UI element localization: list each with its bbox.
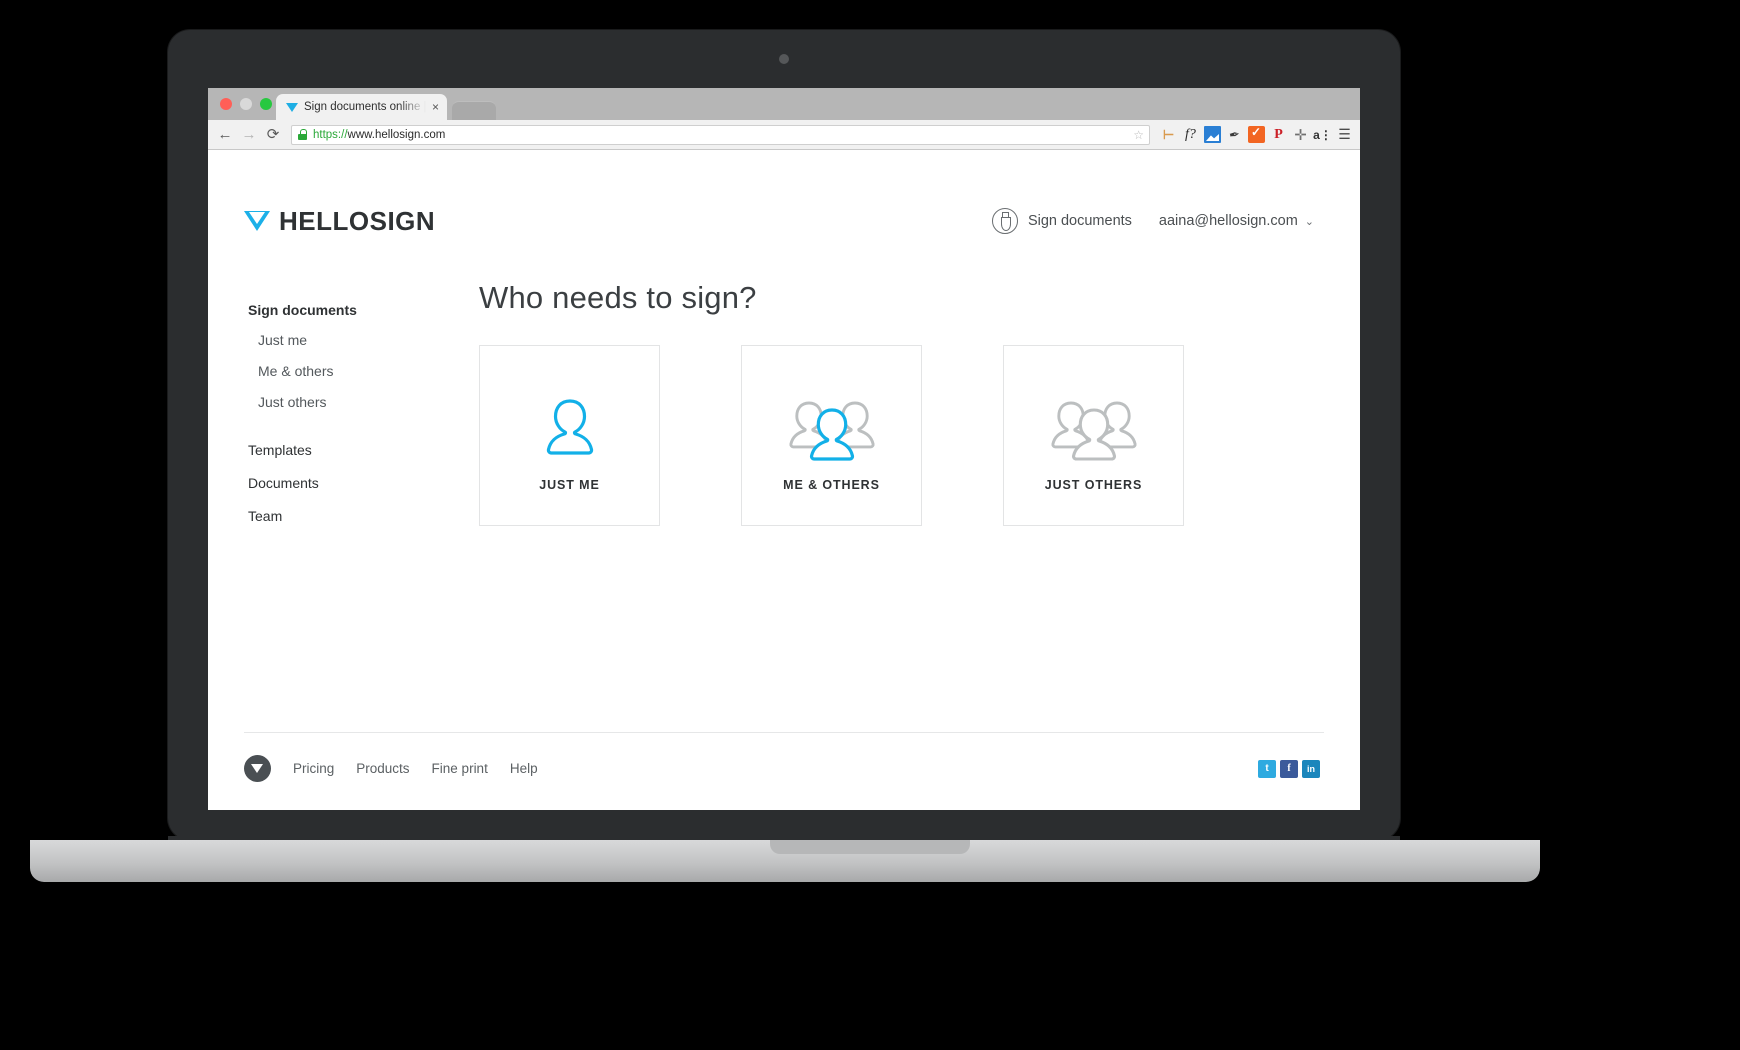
laptop-hinge [770,840,970,854]
new-tab-button[interactable] [452,101,497,120]
sign-documents-button[interactable]: Sign documents [991,208,1132,234]
sign-documents-label: Sign documents [1027,213,1132,229]
webcam-icon [779,54,789,64]
minimize-window-button[interactable] [240,98,252,110]
chevron-down-icon: ⌄ [1304,215,1314,228]
group-of-people-icon [1035,380,1153,476]
sidebar-item-me-and-others[interactable]: Me & others [244,363,422,394]
signer-options: JUST ME ME & OTHERS JUST OTHERS [479,345,1324,526]
crosshair-icon[interactable]: ✛ [1292,126,1309,144]
footer-link-products[interactable]: Products [356,761,409,776]
account-email: aaina@hellosign.com [1158,213,1298,229]
forward-icon[interactable]: → [239,125,259,145]
browser-tabbar: Sign documents online | He × [208,88,1360,120]
card-just-others[interactable]: JUST OTHERS [1003,345,1184,526]
address-bar[interactable]: https://www.hellosign.com ☆ [291,124,1150,145]
fontface-icon[interactable]: f? [1182,126,1199,143]
window-controls[interactable] [220,98,272,110]
linkedin-icon[interactable]: in [1302,759,1320,778]
account-menu[interactable]: aaina@hellosign.com ⌄ [1159,213,1314,229]
hellosign-page: HELLOSIGN Sign documents aaina@hellosign… [208,150,1360,810]
logo-text: HELLOSIGN [279,205,436,236]
chrome-menu-icon[interactable]: ☰ [1336,126,1353,143]
footer-link-help[interactable]: Help [510,761,538,776]
site-header: HELLOSIGN Sign documents aaina@hellosign… [244,150,1324,254]
image-icon[interactable] [1204,126,1221,143]
sidebar-item-just-others[interactable]: Just others [244,394,422,425]
facebook-icon[interactable]: f [1280,759,1298,778]
card-me-and-others[interactable]: ME & OTHERS [741,345,922,526]
hellosign-triangle-icon [244,211,270,231]
bookmark-star-icon[interactable]: ☆ [1133,129,1144,141]
browser-window: Sign documents online | He × ← → ⟳ https… [208,88,1360,810]
reload-icon[interactable]: ⟳ [263,125,283,145]
url-text: https://www.hellosign.com [313,129,445,141]
main-area: Who needs to sign? JUST ME ME & OTHERS J… [422,280,1324,526]
sidebar-group-sign-documents: Sign documents Just me Me & others Just … [244,302,422,425]
page-title: Who needs to sign? [479,280,757,315]
extensions-row: ⊢ f? ✒ P ✛ a⋮ ☰ [1158,125,1353,145]
twitter-icon[interactable]: t [1258,759,1276,778]
tabstrip: Sign documents online | He × [276,94,497,120]
maximize-window-button[interactable] [260,98,272,110]
lock-icon [298,129,307,140]
close-tab-icon[interactable]: × [432,101,439,113]
footer-link-pricing[interactable]: Pricing [293,761,334,776]
url-scheme: https:// [313,128,348,141]
page-footer: Pricing Products Fine print Help t f in [244,732,1324,782]
sidebar-item-team[interactable]: Team [244,491,422,524]
ruler-icon[interactable]: ⊢ [1160,126,1177,143]
page-content: Sign documents Just me Me & others Just … [244,254,1324,526]
single-person-icon [527,380,613,476]
browser-tab[interactable]: Sign documents online | He × [276,94,448,120]
tab-title: Sign documents online | He [304,101,426,113]
sidebar-item-just-me[interactable]: Just me [244,332,422,363]
card-label-just-others: JUST OTHERS [1044,477,1143,492]
card-label-me-and-others: ME & OTHERS [783,477,880,492]
social-links: t f in [1258,759,1324,778]
hellosign-logo[interactable]: HELLOSIGN [244,206,435,237]
pen-nib-icon [991,208,1018,234]
sidebar-item-templates[interactable]: Templates [244,425,422,458]
sidebar: Sign documents Just me Me & others Just … [244,280,422,526]
card-just-me[interactable]: JUST ME [479,345,660,526]
laptop-lid: Sign documents online | He × ← → ⟳ https… [168,30,1400,840]
card-label-just-me: JUST ME [539,477,600,492]
browser-toolbar: ← → ⟳ https://www.hellosign.com ☆ ⊢ f? ✒… [208,120,1360,150]
checkbox-orange-icon[interactable] [1248,125,1265,143]
eyedropper-icon[interactable]: ✒ [1225,125,1245,145]
close-window-button[interactable] [220,98,232,110]
url-host: www.hellosign.com [347,128,446,141]
laptop-mockup: Sign documents online | He × ← → ⟳ https… [0,0,1740,1050]
header-actions: Sign documents aaina@hellosign.com ⌄ [991,208,1324,234]
fontsize-icon[interactable]: a⋮ [1313,126,1332,143]
footer-link-fine-print[interactable]: Fine print [432,761,488,776]
sidebar-item-documents[interactable]: Documents [244,458,422,491]
hellosign-favicon [286,101,298,113]
pinterest-icon[interactable]: P [1270,126,1287,143]
footer-links: Pricing Products Fine print Help [293,761,538,776]
sidebar-item-sign-documents[interactable]: Sign documents [244,302,422,332]
hellosign-badge-icon[interactable] [244,755,271,782]
back-icon[interactable]: ← [215,125,235,145]
footer-left: Pricing Products Fine print Help [244,755,538,782]
person-with-group-icon [773,380,891,476]
